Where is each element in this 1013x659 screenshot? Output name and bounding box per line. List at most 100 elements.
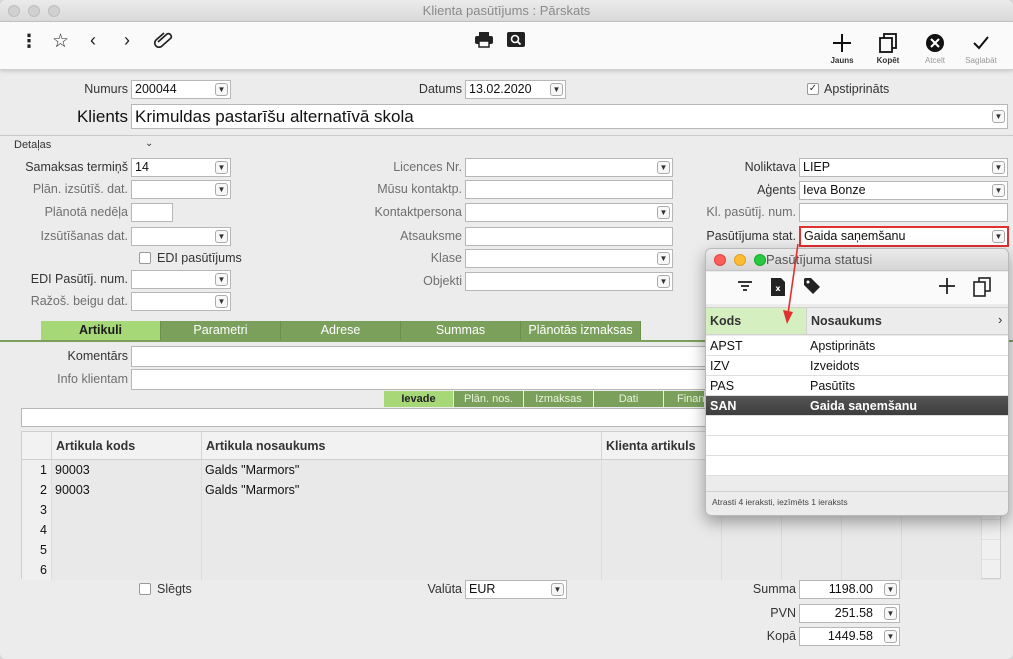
minimize-window-icon[interactable] (28, 5, 40, 17)
chevron-down-icon[interactable]: ▼ (992, 110, 1005, 123)
comment-field[interactable] (131, 346, 731, 367)
article-name-cell[interactable] (202, 520, 602, 540)
subtab-costs[interactable]: Izmaksas (524, 391, 593, 407)
client-order-num-field[interactable] (799, 203, 1008, 222)
article-code-cell[interactable] (52, 540, 202, 560)
date-field[interactable]: 13.02.2020 ▼ (465, 80, 566, 99)
chevron-down-icon[interactable]: ▼ (657, 206, 670, 219)
chevron-down-icon[interactable]: ▼ (884, 630, 897, 643)
article-code-cell[interactable] (52, 520, 202, 540)
attachment-icon[interactable] (153, 30, 175, 53)
article-code-cell[interactable]: 90003 (52, 480, 202, 500)
copy-button[interactable]: Kopēt (867, 33, 909, 65)
agent-field[interactable]: Ieva Bonze ▼ (799, 181, 1008, 200)
grid-header-code[interactable]: Artikula kods (52, 432, 202, 460)
chevron-down-icon[interactable]: ▼ (551, 583, 564, 596)
favorite-star-icon[interactable]: ☆ (52, 30, 69, 53)
grid-cell[interactable] (902, 560, 982, 580)
chevron-down-icon[interactable]: ▼ (884, 607, 897, 620)
grid-cell[interactable] (902, 540, 982, 560)
info-client-field[interactable] (131, 369, 731, 390)
tab-parameters[interactable]: Parametri (161, 321, 281, 340)
popup-col-name[interactable]: Nosaukums (806, 308, 996, 334)
table-row[interactable]: 5 (22, 540, 1000, 560)
article-name-cell[interactable]: Galds "Marmors" (202, 480, 602, 500)
chevron-down-icon[interactable]: ▼ (550, 83, 563, 96)
planned-ship-date-field[interactable]: ▼ (131, 180, 231, 199)
grid-cell[interactable] (722, 560, 782, 580)
chevron-down-icon[interactable]: ▼ (657, 161, 670, 174)
zoom-window-icon[interactable] (48, 5, 60, 17)
grid-cell[interactable] (602, 460, 722, 480)
status-row[interactable]: IZV Izveidots (706, 356, 1008, 376)
subtab-data[interactable]: Dati (594, 391, 663, 407)
grid-cell[interactable] (842, 560, 902, 580)
chevron-down-icon[interactable]: ▼ (657, 252, 670, 265)
planned-week-field[interactable] (131, 203, 173, 222)
article-name-cell[interactable] (202, 560, 602, 580)
chevron-down-icon[interactable]: ▼ (657, 275, 670, 288)
add-icon[interactable] (938, 277, 956, 300)
chevron-down-icon[interactable]: ▼ (215, 295, 228, 308)
previous-icon[interactable]: ‹ (90, 30, 96, 51)
currency-field[interactable]: EUR ▼ (465, 580, 567, 599)
edi-order-checkbox[interactable] (139, 252, 151, 264)
grid-cell[interactable] (722, 520, 782, 540)
popup-close-icon[interactable] (714, 254, 726, 266)
closed-checkbox[interactable] (139, 583, 151, 595)
table-row[interactable]: 4 (22, 520, 1000, 540)
grid-cell[interactable] (782, 520, 842, 540)
vat-field[interactable]: 251.58 ▼ (799, 604, 900, 623)
grid-cell[interactable] (842, 540, 902, 560)
popup-zoom-icon[interactable] (754, 254, 766, 266)
article-code-cell[interactable]: 90003 (52, 460, 202, 480)
chevron-right-icon[interactable]: › (998, 312, 1002, 327)
close-window-icon[interactable] (8, 5, 20, 17)
table-row[interactable]: 6 (22, 560, 1000, 580)
article-code-cell[interactable] (52, 560, 202, 580)
order-status-field[interactable]: Gaida saņemšanu ▼ (799, 226, 1009, 247)
preview-search-icon[interactable] (506, 31, 526, 54)
grid-cell[interactable] (602, 540, 722, 560)
reference-field[interactable] (465, 227, 673, 246)
grid-cell[interactable] (782, 540, 842, 560)
our-contact-field[interactable] (465, 180, 673, 199)
status-row[interactable]: PAS Pasūtīts (706, 376, 1008, 396)
chevron-down-icon[interactable]: ⌄ (145, 138, 153, 149)
chevron-down-icon[interactable]: ▼ (215, 183, 228, 196)
grid-cell[interactable] (722, 540, 782, 560)
save-button[interactable]: Saglabāt (960, 33, 1002, 65)
number-field[interactable]: 200044 ▼ (131, 80, 231, 99)
chevron-down-icon[interactable]: ▼ (215, 273, 228, 286)
grid-cell[interactable] (842, 520, 902, 540)
warehouse-field[interactable]: LIEP ▼ (799, 158, 1008, 177)
chevron-down-icon[interactable]: ▼ (992, 161, 1005, 174)
tab-planned-costs[interactable]: Plānotās izmaksas (521, 321, 641, 340)
production-end-field[interactable]: ▼ (131, 292, 231, 311)
article-code-cell[interactable] (52, 500, 202, 520)
chevron-down-icon[interactable]: ▼ (992, 230, 1005, 243)
contact-person-field[interactable]: ▼ (465, 203, 673, 222)
grid-cell[interactable] (902, 520, 982, 540)
client-field[interactable]: Krimuldas pastarīšu alternatīvā skola ▼ (131, 104, 1008, 129)
objects-field[interactable]: ▼ (465, 272, 673, 291)
sum-field[interactable]: 1198.00 ▼ (799, 580, 900, 599)
grid-filter-field[interactable] (21, 408, 721, 427)
tab-address[interactable]: Adrese (281, 321, 401, 340)
class-field[interactable]: ▼ (465, 249, 673, 268)
filter-icon[interactable] (736, 277, 754, 300)
subtab-planned-deliveries[interactable]: Plān. nos. (454, 391, 523, 407)
more-menu-icon[interactable]: ⋮ (20, 31, 38, 52)
ship-date-field[interactable]: ▼ (131, 227, 231, 246)
chevron-down-icon[interactable]: ▼ (884, 583, 897, 596)
grid-header-client-article[interactable]: Klienta artikuls (602, 432, 722, 460)
tab-articles[interactable]: Artikuli (41, 321, 161, 340)
chevron-down-icon[interactable]: ▼ (215, 161, 228, 174)
chevron-down-icon[interactable]: ▼ (215, 83, 228, 96)
cancel-button[interactable]: Atcelt (914, 33, 956, 65)
grid-cell[interactable] (782, 560, 842, 580)
subtab-input[interactable]: Ievade (384, 391, 453, 407)
chevron-down-icon[interactable]: ▼ (992, 184, 1005, 197)
article-name-cell[interactable]: Galds "Marmors" (202, 460, 602, 480)
grid-cell[interactable] (602, 560, 722, 580)
